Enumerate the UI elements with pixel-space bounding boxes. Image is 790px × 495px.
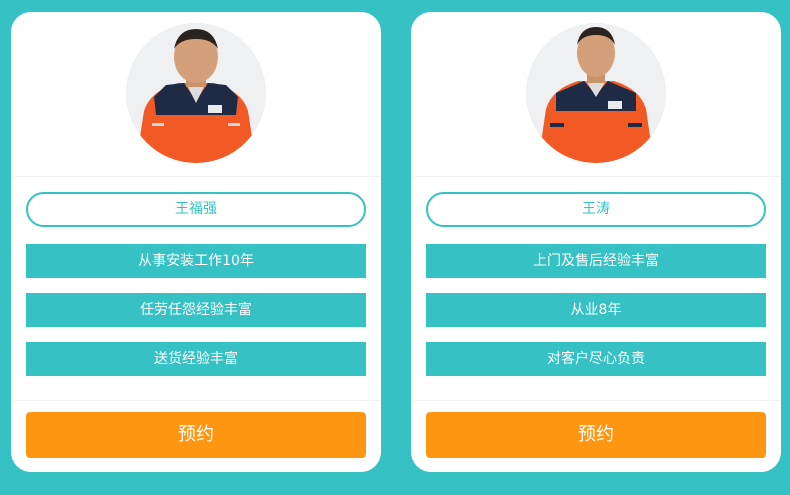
worker-card: 王涛 上门及售后经验丰富 从业8年 对客户尽心负责 预约 — [411, 12, 781, 472]
book-button[interactable]: 预约 — [426, 412, 766, 458]
worker-name: 王福强 — [26, 192, 366, 227]
worker-name: 王涛 — [426, 192, 766, 227]
feature-label: 上门及售后经验丰富 — [426, 244, 766, 278]
feature-label: 任劳任怨经验丰富 — [26, 293, 366, 327]
photo-area — [11, 12, 381, 177]
photo-area — [411, 12, 781, 177]
book-button[interactable]: 预约 — [26, 412, 366, 458]
worker-avatar — [526, 23, 666, 163]
worker-card: 王福强 从事安装工作10年 任劳任怨经验丰富 送货经验丰富 预约 — [11, 12, 381, 472]
worker-avatar — [126, 23, 266, 163]
divider — [411, 400, 781, 401]
feature-label: 对客户尽心负责 — [426, 342, 766, 376]
feature-label: 从事安装工作10年 — [26, 244, 366, 278]
feature-label: 从业8年 — [426, 293, 766, 327]
feature-label: 送货经验丰富 — [26, 342, 366, 376]
divider — [11, 400, 381, 401]
